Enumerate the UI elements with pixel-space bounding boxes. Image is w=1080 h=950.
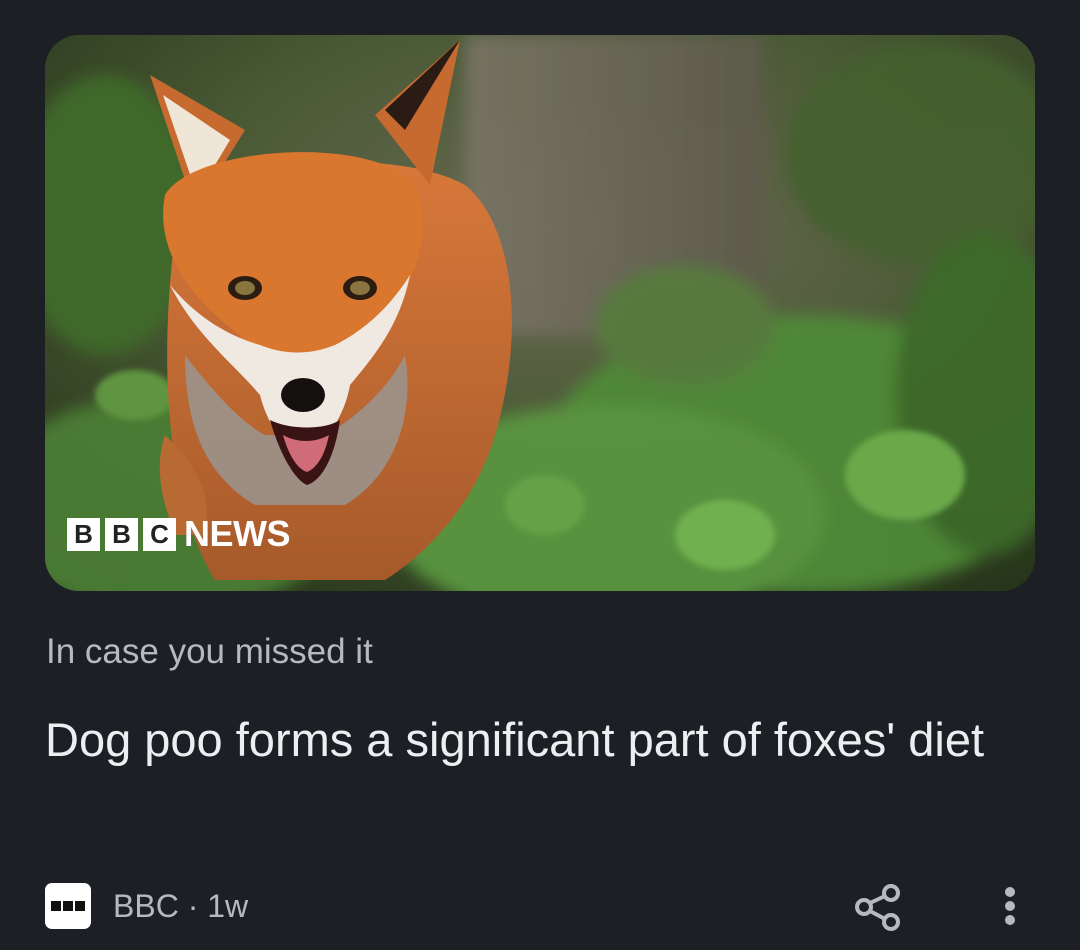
- watermark-letter-b2: B: [105, 517, 138, 551]
- more-vert-icon: [1005, 887, 1015, 925]
- article-headline[interactable]: Dog poo forms a significant part of foxe…: [45, 706, 1035, 774]
- watermark-letter-b1: B: [67, 517, 100, 551]
- card-kicker: In case you missed it: [46, 632, 373, 671]
- watermark-news-word: NEWS: [184, 513, 291, 554]
- article-image[interactable]: B B C NEWS: [45, 35, 1035, 591]
- source-meta: BBC · 1w: [113, 888, 248, 925]
- share-icon: [855, 884, 900, 931]
- card-footer: BBC · 1w: [45, 880, 1035, 936]
- bbc-logo-icon: [45, 883, 91, 929]
- share-button[interactable]: [850, 880, 906, 936]
- more-options-button[interactable]: [990, 880, 1030, 936]
- watermark-letter-c: C: [143, 517, 176, 551]
- news-card: B B C NEWS In case you missed it Dog poo…: [0, 0, 1080, 950]
- fox-photo: [45, 35, 1035, 591]
- meta-separator: ·: [178, 888, 208, 924]
- bbc-news-watermark: B B C NEWS: [67, 513, 291, 555]
- article-age: 1w: [207, 888, 249, 924]
- source-name: BBC: [113, 888, 179, 924]
